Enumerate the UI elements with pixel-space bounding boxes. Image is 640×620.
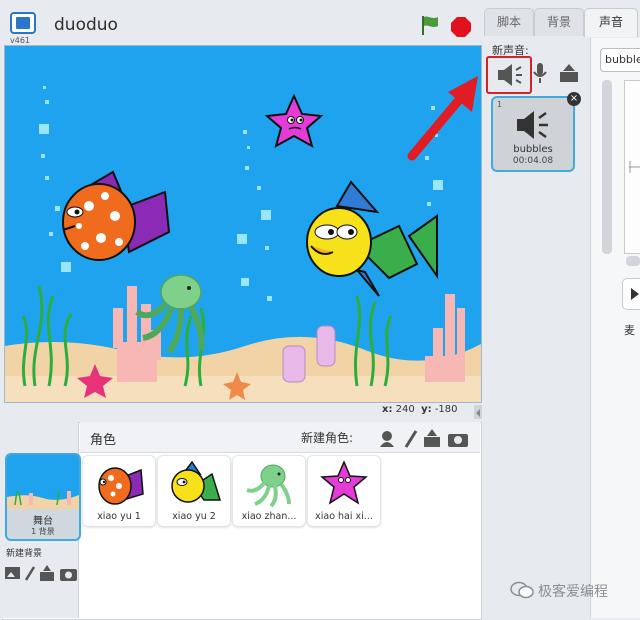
- paint-sprite-icon[interactable]: [404, 430, 418, 448]
- version-label: v461: [10, 36, 31, 45]
- fullscreen-icon[interactable]: [10, 12, 36, 34]
- mouse-coordinates: x: 240 y: -180: [382, 404, 458, 415]
- stage-thumbnail[interactable]: 舞台 1 背景: [5, 453, 81, 541]
- stage-backdrop-count: 1 背景: [31, 527, 55, 536]
- wechat-logo-icon: [510, 581, 534, 599]
- upload-sound-icon[interactable]: [558, 62, 580, 88]
- sprite-thumb-xiao-yu-2[interactable]: xiao yu 2: [157, 455, 231, 527]
- new-backdrop-label: 新建背景: [6, 549, 43, 559]
- sound-speaker-icon: [517, 111, 548, 139]
- play-button[interactable]: [622, 278, 640, 310]
- sounds-scrollbar[interactable]: [602, 80, 612, 254]
- y-label: y:: [421, 404, 432, 415]
- sprite-name: xiao yu 2: [172, 511, 216, 522]
- upload-backdrop-icon[interactable]: [40, 565, 54, 581]
- play-icon: [631, 288, 639, 300]
- sprite-name: xiao zhan...: [241, 511, 297, 522]
- sprites-label: 角色: [90, 433, 117, 448]
- choose-backdrop-library-icon[interactable]: [5, 567, 20, 579]
- delete-sound-icon[interactable]: ×: [567, 92, 581, 106]
- speaker-icon: [498, 64, 522, 86]
- paint-backdrop-icon[interactable]: [24, 566, 36, 581]
- green-flag-icon[interactable]: [418, 13, 442, 41]
- y-value: -180: [434, 404, 458, 415]
- choose-sprite-library-icon[interactable]: [380, 431, 394, 447]
- fish-orange-icon: [98, 467, 144, 505]
- tab-sounds[interactable]: 声音: [584, 8, 638, 37]
- waveform-scrollbar[interactable]: [626, 256, 640, 266]
- sound-number: 1: [497, 100, 503, 109]
- upload-sprite-icon[interactable]: [424, 429, 440, 447]
- new-backdrop-tools: [4, 564, 78, 582]
- camera-backdrop-icon[interactable]: [60, 569, 77, 581]
- waveform-display[interactable]: [624, 80, 640, 254]
- tab-backdrops[interactable]: 背景: [534, 8, 584, 37]
- watermark-text: 极客爱编程: [538, 584, 608, 600]
- x-value: 240: [395, 404, 415, 415]
- sprite-name: xiao yu 1: [97, 511, 141, 522]
- fish-yellow-icon: [171, 460, 222, 503]
- choose-sound-library-button[interactable]: [486, 56, 532, 94]
- sprite-name: xiao hai xi...: [315, 511, 373, 522]
- stop-icon[interactable]: [451, 17, 471, 37]
- stage-thumb-name: 舞台: [33, 516, 53, 527]
- new-sprite-tools: [378, 427, 470, 449]
- sprite-thumb-xiao-zhan[interactable]: xiao zhan...: [232, 455, 306, 527]
- record-sound-icon[interactable]: [532, 62, 548, 88]
- octopus-icon: [246, 464, 291, 508]
- project-title: duoduo: [54, 15, 118, 35]
- sound-name: bubbles: [513, 144, 553, 155]
- x-label: x:: [382, 404, 393, 415]
- sound-item[interactable]: 1 × bubbles 00:04.08: [491, 92, 581, 172]
- sprite-thumb-xiao-hai-xi[interactable]: xiao hai xi...: [307, 455, 381, 527]
- sprite-thumb-xiao-yu-1[interactable]: xiao yu 1: [82, 455, 156, 527]
- tab-scripts[interactable]: 脚本: [484, 8, 534, 37]
- microphone-volume-label: 麦: [624, 324, 635, 337]
- stage-size-toggle[interactable]: [474, 405, 482, 419]
- red-arrow-annotation: [407, 76, 478, 161]
- starfish-icon: [320, 460, 368, 505]
- watermark: 极客爱编程: [510, 578, 630, 602]
- sound-name-input[interactable]: bubble: [600, 48, 640, 72]
- new-sprite-label: 新建角色:: [301, 431, 354, 445]
- sound-duration: 00:04.08: [512, 156, 554, 166]
- camera-sprite-icon[interactable]: [448, 434, 468, 447]
